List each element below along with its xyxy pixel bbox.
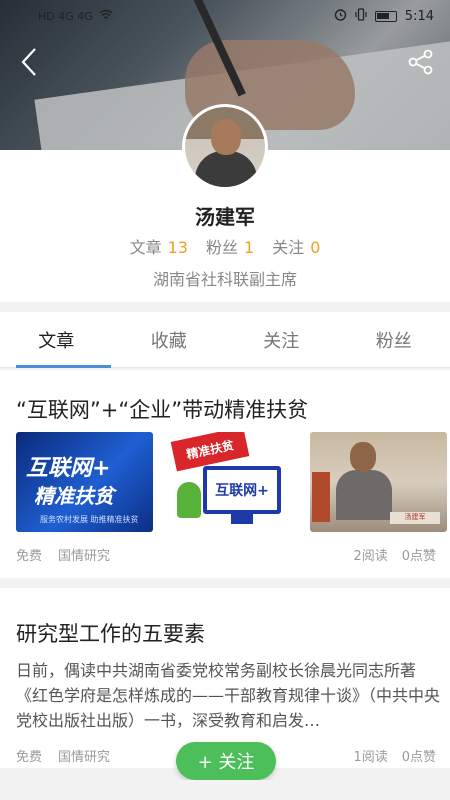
read-count: 1阅读	[353, 750, 388, 765]
thumbnail-poverty-alleviation: 精准扶贫 互联网+	[163, 432, 300, 532]
profile-page: HD 4G 4G 5:14 汤建军 文章 13 粉丝 1 关注 0 湖南省社科联…	[0, 0, 450, 800]
status-signal: HD 4G 4G	[38, 9, 113, 23]
vibrate-icon	[355, 7, 367, 25]
price-label: 免费	[16, 750, 43, 765]
share-button[interactable]	[404, 44, 438, 80]
back-button[interactable]	[14, 44, 44, 80]
share-icon	[408, 49, 433, 75]
article-card[interactable]: “互联网”+“企业”带动精准扶贫 互联网+ 精准扶贫 服务农村发展 助推精准扶贫…	[0, 370, 450, 578]
tab-articles[interactable]: 文章	[0, 312, 113, 368]
article-title: 研究型工作的五要素	[16, 622, 205, 646]
article-meta: 免费 国情研究 2阅读 0点赞	[16, 545, 436, 564]
article-card[interactable]: 研究型工作的五要素 日前，偶读中共湖南省委党校常务副校长徐晨光同志所著《红色学府…	[0, 588, 450, 768]
stat-following[interactable]: 关注 0	[272, 234, 320, 258]
avatar	[182, 104, 268, 190]
thumbnail-internet-plus: 互联网+ 精准扶贫 服务农村发展 助推精准扶贫	[16, 432, 153, 532]
signal-text: HD 4G 4G	[38, 9, 93, 23]
tab-favorites[interactable]: 收藏	[113, 312, 226, 367]
article-excerpt: 日前，偶读中共湖南省委党校常务副校长徐晨光同志所著《红色学府是怎样炼成的——干部…	[16, 661, 441, 730]
tab-following[interactable]: 关注	[225, 312, 338, 367]
category-label: 国情研究	[58, 750, 111, 765]
profile-name: 汤建军	[195, 205, 255, 229]
wifi-icon	[99, 9, 113, 23]
battery-icon	[374, 10, 397, 22]
price-label: 免费	[16, 549, 43, 564]
thumbnail-speaker-photo: 汤建军	[310, 432, 447, 532]
article-thumbnails: 互联网+ 精准扶贫 服务农村发展 助推精准扶贫 精准扶贫 互联网+ 汤建军	[16, 432, 447, 532]
profile-tabs: 文章 收藏 关注 粉丝	[0, 312, 450, 368]
status-time: 5:14	[404, 8, 434, 24]
alarm-icon	[334, 8, 347, 25]
tab-fans[interactable]: 粉丝	[338, 312, 450, 367]
stat-fans[interactable]: 粉丝 1	[206, 234, 254, 258]
follow-button[interactable]: + 关注	[176, 742, 276, 780]
status-bar: HD 4G 4G 5:14	[0, 0, 450, 32]
article-title: “互联网”+“企业”带动精准扶贫	[16, 398, 309, 422]
profile-bio: 湖南省社科联副主席	[152, 270, 297, 289]
profile-stats: 文章 13 粉丝 1 关注 0	[0, 234, 450, 258]
category-label: 国情研究	[58, 549, 111, 564]
stat-articles[interactable]: 文章 13	[130, 234, 188, 258]
read-count: 2阅读	[353, 549, 388, 564]
status-right: 5:14	[334, 7, 434, 25]
like-count: 0点赞	[401, 750, 436, 765]
chevron-left-icon	[21, 48, 36, 76]
like-count: 0点赞	[401, 549, 436, 564]
